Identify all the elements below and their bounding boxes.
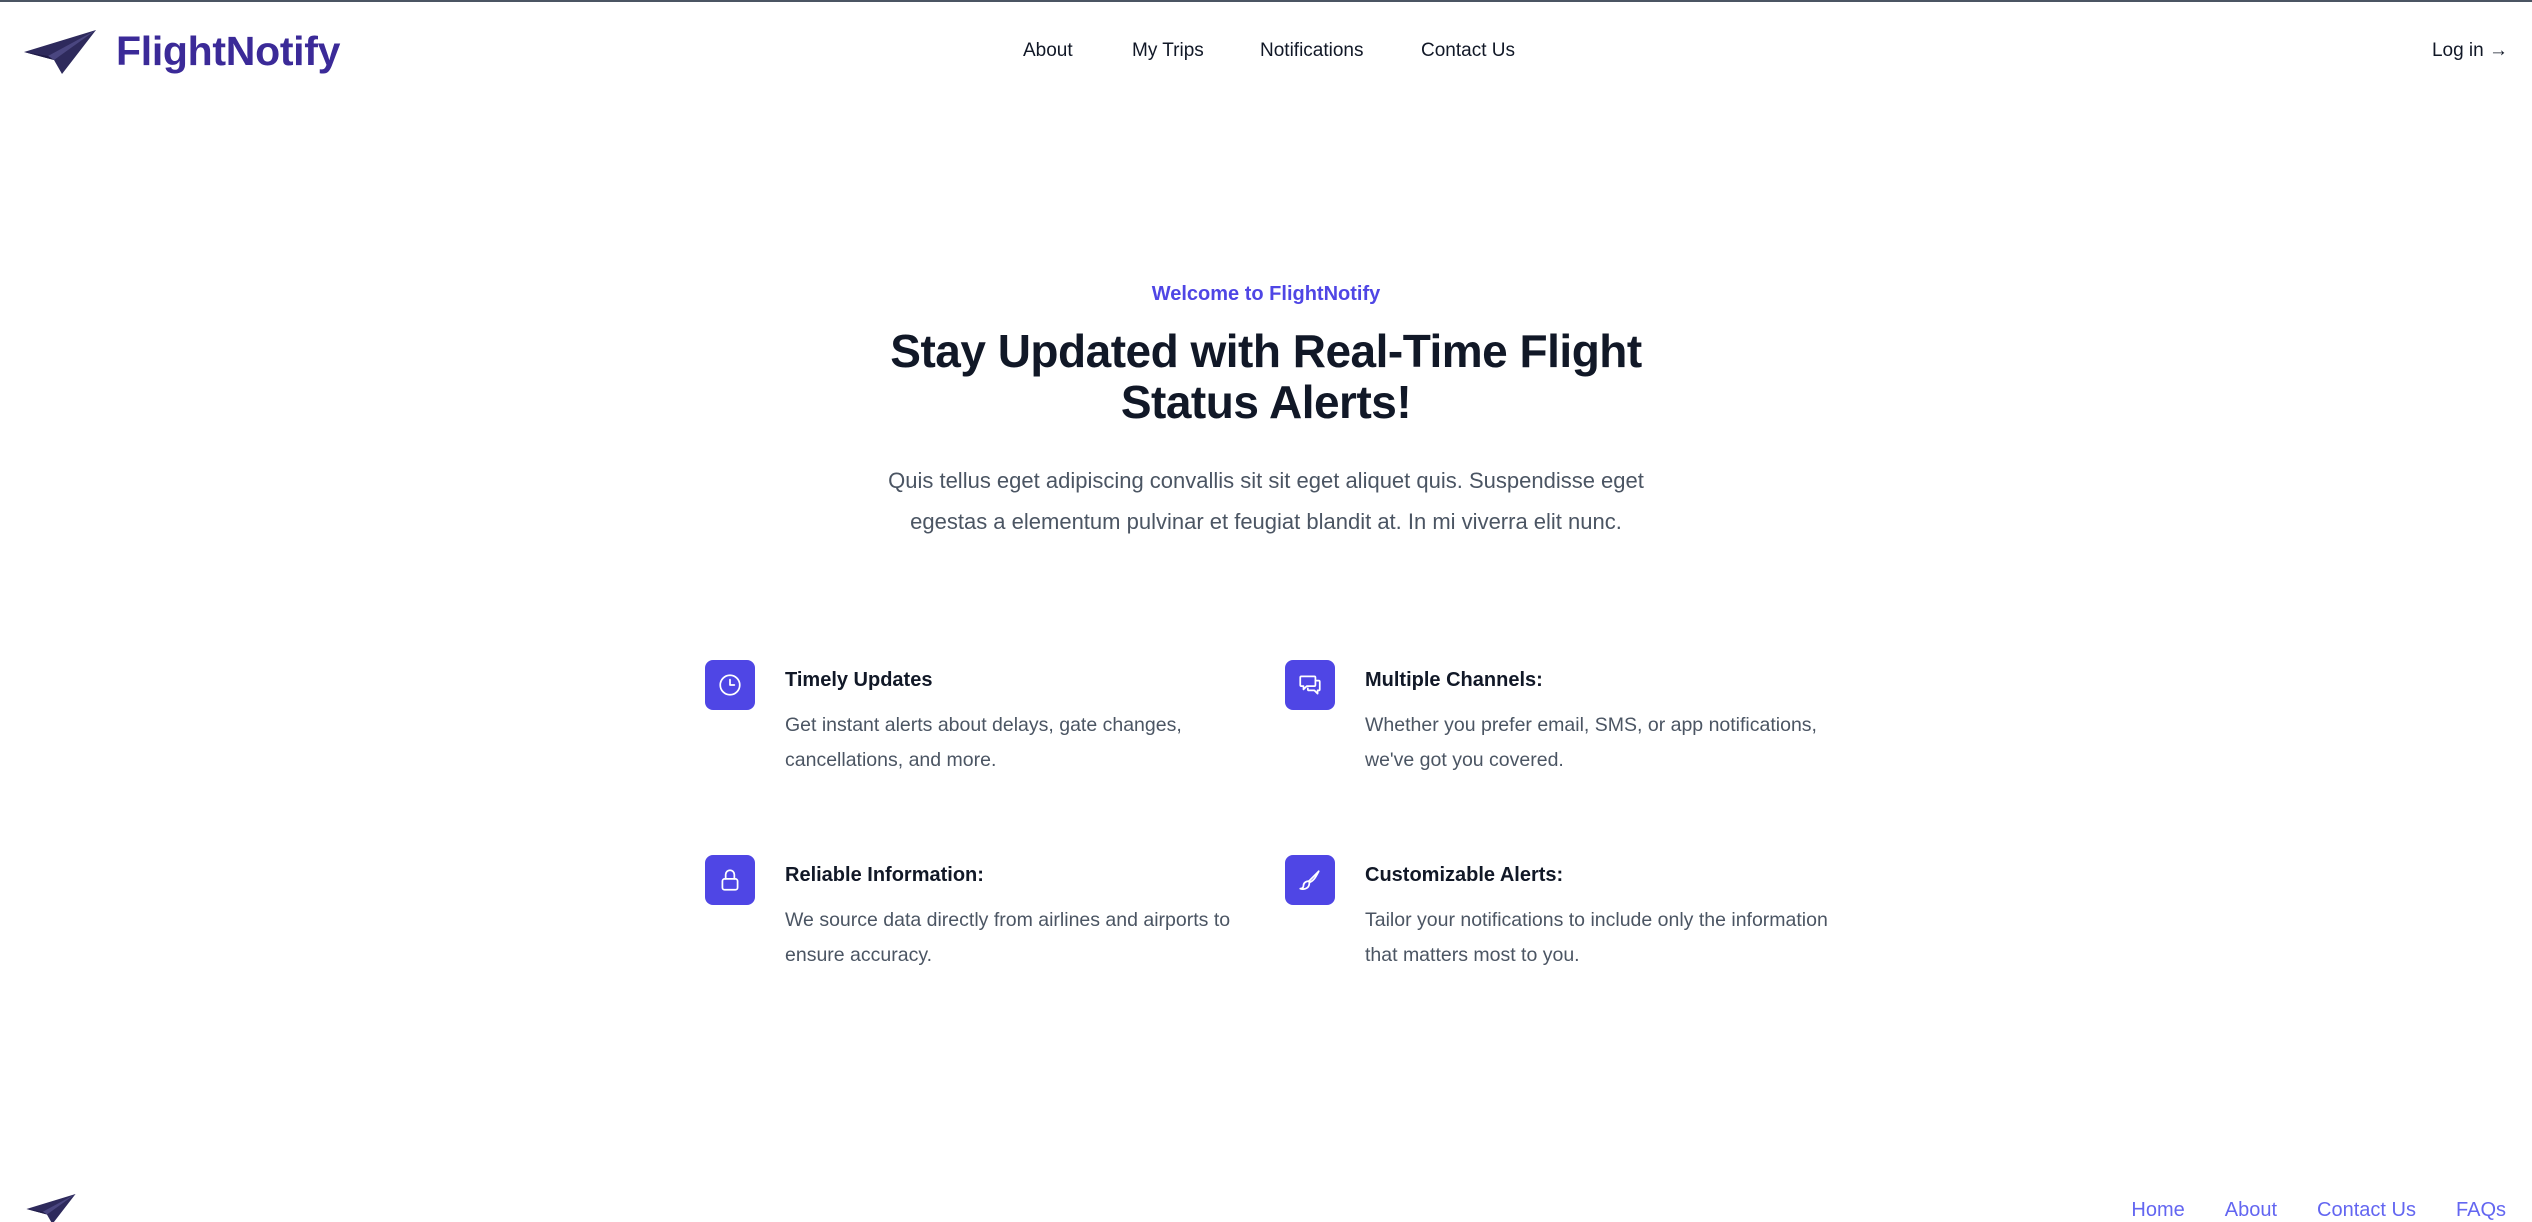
nav-contact-us[interactable]: Contact Us	[1421, 38, 1515, 64]
chat-bubbles-icon	[1285, 660, 1335, 710]
paint-brush-icon	[1285, 855, 1335, 905]
feature-title: Customizable Alerts:	[1365, 864, 1564, 886]
hero-title: Stay Updated with Real-Time Flight Statu…	[890, 325, 1642, 428]
nav-my-trips[interactable]: My Trips	[1132, 38, 1204, 64]
login-link[interactable]: Log in →	[2432, 38, 2508, 64]
features-grid: Timely Updates Get instant alerts about …	[705, 660, 1845, 980]
hero-section: Welcome to FlightNotify Stay Updated wit…	[0, 280, 2532, 542]
paper-plane-icon	[26, 1194, 76, 1222]
site-footer: Home About Contact Us FAQs	[0, 1180, 2532, 1222]
nav-notifications[interactable]: Notifications	[1260, 38, 1364, 64]
feature-title: Timely Updates	[785, 669, 933, 691]
feature-title: Reliable Information:	[785, 864, 984, 886]
hero-eyebrow: Welcome to FlightNotify	[1151, 283, 1381, 305]
footer-link-home[interactable]: Home	[2131, 1196, 2184, 1222]
footer-nav: Home About Contact Us FAQs	[2091, 1196, 2506, 1222]
feature-description: We source data directly from airlines an…	[785, 909, 1231, 966]
clock-icon	[705, 660, 755, 710]
feature-title: Multiple Channels:	[1365, 669, 1543, 691]
feature-description: Get instant alerts about delays, gate ch…	[785, 714, 1182, 771]
footer-link-about[interactable]: About	[2225, 1196, 2277, 1222]
hero-description: Quis tellus eget adipiscing convallis si…	[888, 468, 1644, 534]
feature-description: Tailor your notifications to include onl…	[1365, 909, 1828, 966]
lock-icon	[705, 855, 755, 905]
footer-link-faqs[interactable]: FAQs	[2456, 1196, 2506, 1222]
footer-logo-link[interactable]	[26, 1194, 76, 1222]
feature-description: Whether you prefer email, SMS, or app no…	[1365, 714, 1817, 771]
main-nav: About My Trips Notifications Contact Us	[0, 38, 2532, 68]
site-header: FlightNotify About My Trips Notification…	[0, 2, 2532, 98]
footer-link-contact-us[interactable]: Contact Us	[2317, 1196, 2416, 1222]
nav-about[interactable]: About	[1023, 38, 1073, 64]
